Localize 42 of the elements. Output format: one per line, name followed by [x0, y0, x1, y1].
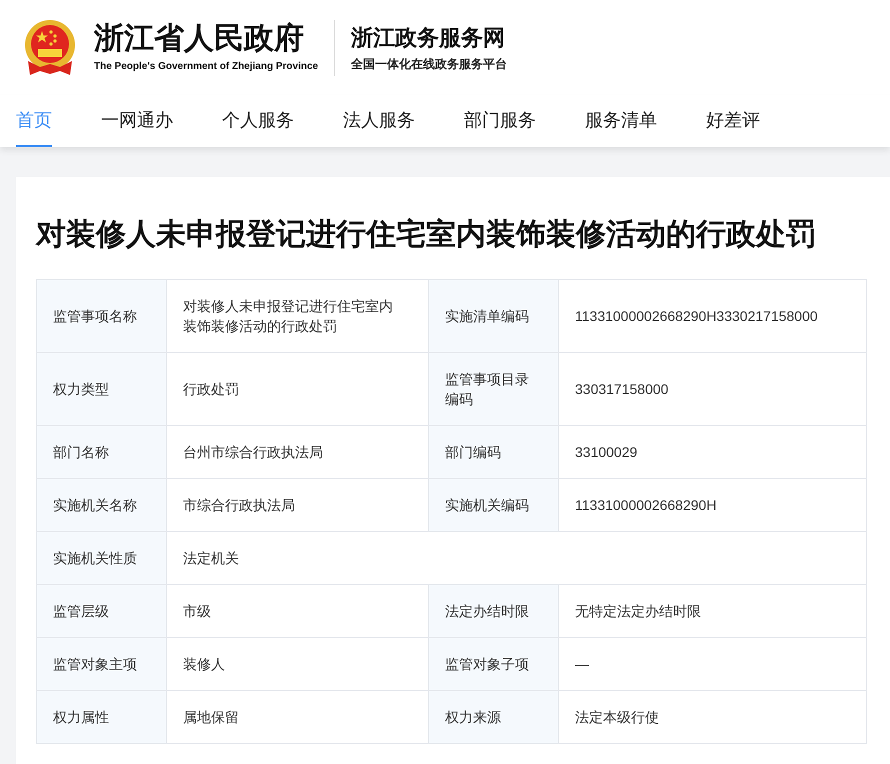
- emblem-icon: [22, 18, 78, 76]
- field-value: 对装修人未申报登记进行住宅室内装饰装修活动的行政处罚: [166, 280, 428, 352]
- field-value: 法定机关: [166, 532, 866, 584]
- field-label: 权力来源: [428, 690, 558, 744]
- field-label: 实施机关名称: [36, 478, 166, 532]
- field-value: 33100029: [558, 426, 866, 478]
- field-value: 装修人: [166, 638, 428, 690]
- field-value: 11331000002668290H: [558, 478, 866, 532]
- field-value: 台州市综合行政执法局: [166, 426, 428, 478]
- site-subtitle: 全国一体化在线政务服务平台: [351, 56, 508, 72]
- field-label: 实施机关性质: [36, 532, 166, 584]
- field-value: 330317158000: [558, 352, 866, 426]
- nav-tab[interactable]: 好差评: [706, 95, 760, 147]
- field-label: 法定办结时限: [428, 584, 558, 638]
- field-label: 监管事项名称: [36, 280, 166, 352]
- field-value: 11331000002668290H3330217158000: [558, 280, 866, 352]
- nav-tab[interactable]: 一网通办: [101, 95, 173, 147]
- field-value: 市综合行政执法局: [166, 478, 428, 532]
- field-value: 行政处罚: [166, 352, 428, 426]
- field-label: 监管对象主项: [36, 638, 166, 690]
- field-value: —: [558, 638, 866, 690]
- field-label: 监管层级: [36, 584, 166, 638]
- field-label: 部门名称: [36, 426, 166, 478]
- nav-tab[interactable]: 服务清单: [585, 95, 657, 147]
- government-subtitle: The People's Government of Zhejiang Province: [94, 60, 318, 74]
- field-label: 实施机关编码: [428, 478, 558, 532]
- field-label: 部门编码: [428, 426, 558, 478]
- field-label: 实施清单编码: [428, 280, 558, 352]
- field-label: 监管事项目录编码: [428, 352, 558, 426]
- field-value: 属地保留: [166, 690, 428, 744]
- field-label: 权力属性: [36, 690, 166, 744]
- field-value: 市级: [166, 584, 428, 638]
- field-value: 无特定法定办结时限: [558, 584, 866, 638]
- nav-tab[interactable]: 法人服务: [343, 95, 415, 147]
- nav-tab[interactable]: 个人服务: [222, 95, 294, 147]
- page-title: 对装修人未申报登记进行住宅室内装饰装修活动的行政处罚: [36, 216, 817, 253]
- field-label: 权力类型: [36, 352, 166, 426]
- field-value: 法定本级行使: [558, 690, 866, 744]
- nav-tab[interactable]: 部门服务: [464, 95, 536, 147]
- site-title: 浙江政务服务网: [351, 24, 506, 52]
- field-label: 监管对象子项: [428, 638, 558, 690]
- government-title: 浙江省人民政府: [94, 21, 305, 57]
